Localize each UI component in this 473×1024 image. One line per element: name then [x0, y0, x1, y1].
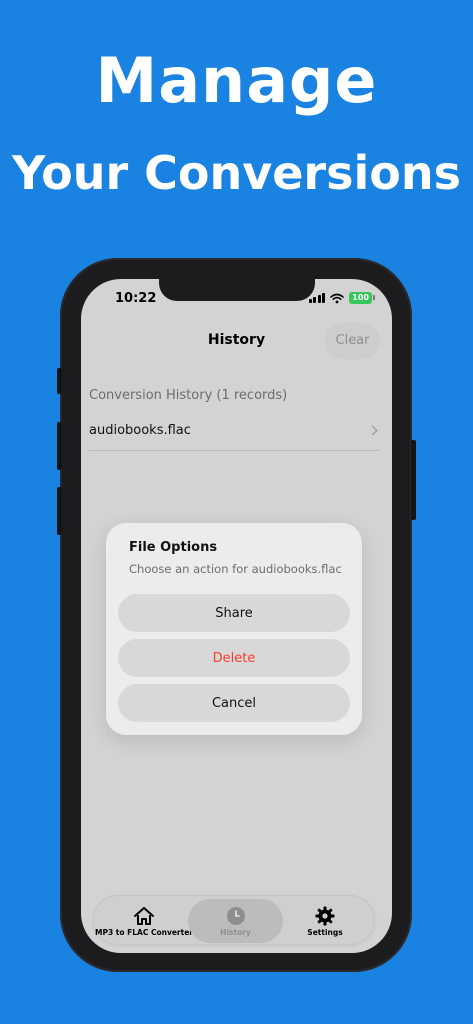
silent-switch	[57, 368, 62, 394]
dialog-message: Choose an action for audiobooks.flac	[129, 562, 342, 576]
battery-icon: 100	[349, 292, 375, 304]
status-time: 10:22	[115, 291, 157, 306]
notch	[159, 279, 315, 301]
delete-button[interactable]: Delete	[118, 639, 350, 677]
tab-label: History	[220, 927, 251, 937]
section-header: Conversion History (1 records)	[89, 388, 288, 403]
clear-button[interactable]: Clear	[326, 323, 379, 357]
promo-headline-line2: Your Conversions	[12, 146, 461, 200]
dialog-title: File Options	[129, 540, 218, 555]
cancel-button[interactable]: Cancel	[118, 684, 350, 722]
signal-icon	[308, 293, 326, 303]
tab-bar: MP3 to FLAC Converter History Settings	[93, 895, 375, 945]
tab-label: MP3 to FLAC Converter	[95, 927, 194, 937]
list-item-filename: audiobooks.flac	[89, 423, 191, 438]
house-icon	[134, 906, 154, 925]
clock-icon	[226, 906, 245, 925]
status-indicators: 100	[308, 292, 375, 304]
volume-down-button	[57, 487, 62, 535]
gear-icon	[315, 906, 335, 925]
list-item[interactable]: audiobooks.flac	[89, 411, 379, 451]
chevron-right-icon	[367, 425, 378, 436]
tab-settings[interactable]: Settings	[279, 899, 371, 943]
tab-label: Settings	[307, 927, 343, 937]
power-button	[411, 440, 416, 520]
tab-history[interactable]: History	[188, 899, 283, 943]
promo-headline-line1: Manage	[95, 44, 378, 117]
tab-converter[interactable]: MP3 to FLAC Converter	[95, 899, 194, 943]
share-button[interactable]: Share	[118, 594, 350, 632]
volume-up-button	[57, 422, 62, 470]
file-options-dialog: File Options Choose an action for audiob…	[106, 523, 362, 735]
wifi-icon	[330, 293, 345, 303]
phone-screen: 10:22 100 History Clear Conversion Histo…	[81, 279, 392, 953]
